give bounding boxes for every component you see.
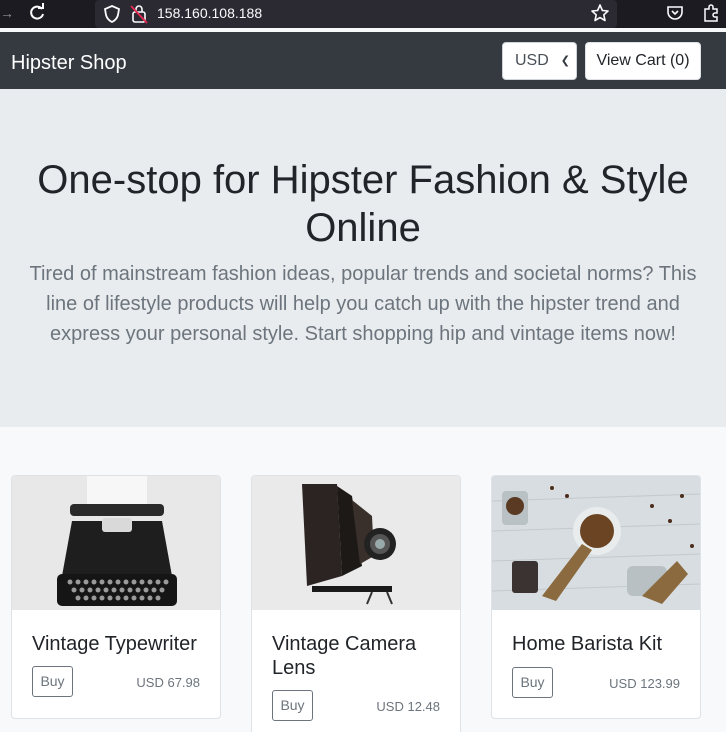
typewriter-image[interactable]: [12, 476, 220, 610]
hero-tagline: Tired of mainstream fashion ideas, popul…: [29, 263, 697, 345]
buy-button[interactable]: Buy: [512, 667, 553, 698]
pocket-icon[interactable]: [665, 3, 685, 23]
brand-logo[interactable]: Hipster Shop: [11, 51, 127, 75]
url-bar[interactable]: 158.160.108.188: [95, 0, 617, 28]
buy-button[interactable]: Buy: [272, 690, 313, 721]
bookmark-star-icon[interactable]: [590, 3, 610, 23]
product-price: USD 67.98: [136, 675, 200, 690]
hero-banner: One-stop for Hipster Fashion & Style Onl…: [0, 89, 726, 427]
camera-image[interactable]: [252, 476, 460, 610]
view-cart-button[interactable]: View Cart (0): [585, 42, 701, 80]
browser-toolbar: → 158.160.108.188: [0, 0, 726, 28]
product-card: Home Barista Kit Buy USD 123.99: [491, 475, 701, 719]
url-text[interactable]: 158.160.108.188: [157, 4, 262, 22]
product-title[interactable]: Vintage Camera Lens: [272, 632, 452, 680]
insecure-lock-icon[interactable]: [130, 4, 148, 24]
product-price: USD 123.99: [609, 676, 680, 691]
product-price: USD 12.48: [376, 699, 440, 714]
product-title[interactable]: Vintage Typewriter: [32, 632, 212, 656]
currency-value: USD: [515, 52, 549, 69]
currency-select[interactable]: USD ❮: [502, 42, 577, 80]
barista-kit-image[interactable]: [492, 476, 700, 610]
extensions-icon[interactable]: [701, 3, 721, 23]
product-card: Vintage Camera Lens Buy USD 12.48: [251, 475, 461, 732]
product-card: Vintage Typewriter Buy USD 67.98: [11, 475, 221, 719]
hero-headline: One-stop for Hipster Fashion & Style Onl…: [37, 158, 689, 250]
chevron-down-icon: ❮: [560, 55, 570, 67]
reload-icon[interactable]: [27, 3, 47, 23]
product-title[interactable]: Home Barista Kit: [512, 632, 692, 656]
shield-icon[interactable]: [103, 4, 121, 24]
forward-arrow-icon[interactable]: →: [0, 4, 14, 22]
buy-button[interactable]: Buy: [32, 666, 73, 697]
